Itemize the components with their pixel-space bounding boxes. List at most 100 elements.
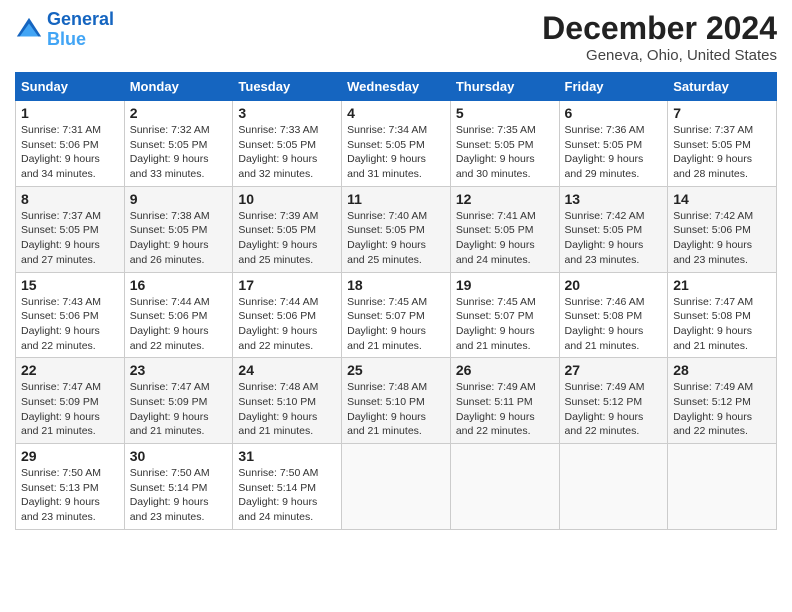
logo-text: General Blue [47,10,114,50]
page-container: General Blue December 2024 Geneva, Ohio,… [0,0,792,540]
day-info: Sunrise: 7:44 AMSunset: 5:06 PMDaylight:… [130,296,210,352]
day-info: Sunrise: 7:47 AMSunset: 5:08 PMDaylight:… [673,296,753,352]
day-info: Sunrise: 7:36 AMSunset: 5:05 PMDaylight:… [565,124,645,180]
calendar-week-row: 22 Sunrise: 7:47 AMSunset: 5:09 PMDaylig… [16,358,777,444]
day-info: Sunrise: 7:41 AMSunset: 5:05 PMDaylight:… [456,210,536,266]
day-info: Sunrise: 7:48 AMSunset: 5:10 PMDaylight:… [347,381,427,437]
calendar-day-cell: 21 Sunrise: 7:47 AMSunset: 5:08 PMDaylig… [668,272,777,358]
day-number: 28 [673,362,771,378]
day-number: 11 [347,191,445,207]
day-info: Sunrise: 7:50 AMSunset: 5:14 PMDaylight:… [130,467,210,523]
day-info: Sunrise: 7:46 AMSunset: 5:08 PMDaylight:… [565,296,645,352]
day-number: 8 [21,191,119,207]
day-number: 21 [673,277,771,293]
day-number: 10 [238,191,336,207]
day-info: Sunrise: 7:34 AMSunset: 5:05 PMDaylight:… [347,124,427,180]
calendar-week-row: 1 Sunrise: 7:31 AMSunset: 5:06 PMDayligh… [16,101,777,187]
day-info: Sunrise: 7:33 AMSunset: 5:05 PMDaylight:… [238,124,318,180]
day-number: 12 [456,191,554,207]
calendar-day-cell: 26 Sunrise: 7:49 AMSunset: 5:11 PMDaylig… [450,358,559,444]
calendar-day-cell: 27 Sunrise: 7:49 AMSunset: 5:12 PMDaylig… [559,358,668,444]
day-info: Sunrise: 7:49 AMSunset: 5:11 PMDaylight:… [456,381,536,437]
calendar-day-cell: 30 Sunrise: 7:50 AMSunset: 5:14 PMDaylig… [124,444,233,530]
calendar-day-cell: 23 Sunrise: 7:47 AMSunset: 5:09 PMDaylig… [124,358,233,444]
day-number: 16 [130,277,228,293]
calendar-day-cell: 5 Sunrise: 7:35 AMSunset: 5:05 PMDayligh… [450,101,559,187]
day-info: Sunrise: 7:31 AMSunset: 5:06 PMDaylight:… [21,124,101,180]
col-saturday: Saturday [668,73,777,101]
calendar-week-row: 8 Sunrise: 7:37 AMSunset: 5:05 PMDayligh… [16,186,777,272]
col-thursday: Thursday [450,73,559,101]
title-block: December 2024 Geneva, Ohio, United State… [542,10,777,64]
calendar-day-cell: 9 Sunrise: 7:38 AMSunset: 5:05 PMDayligh… [124,186,233,272]
day-info: Sunrise: 7:37 AMSunset: 5:05 PMDaylight:… [673,124,753,180]
calendar-day-cell: 19 Sunrise: 7:45 AMSunset: 5:07 PMDaylig… [450,272,559,358]
calendar-day-cell: 18 Sunrise: 7:45 AMSunset: 5:07 PMDaylig… [342,272,451,358]
day-number: 27 [565,362,663,378]
day-info: Sunrise: 7:38 AMSunset: 5:05 PMDaylight:… [130,210,210,266]
day-info: Sunrise: 7:49 AMSunset: 5:12 PMDaylight:… [673,381,753,437]
col-sunday: Sunday [16,73,125,101]
calendar-day-cell: 15 Sunrise: 7:43 AMSunset: 5:06 PMDaylig… [16,272,125,358]
day-info: Sunrise: 7:44 AMSunset: 5:06 PMDaylight:… [238,296,318,352]
day-info: Sunrise: 7:40 AMSunset: 5:05 PMDaylight:… [347,210,427,266]
day-info: Sunrise: 7:50 AMSunset: 5:14 PMDaylight:… [238,467,318,523]
logo: General Blue [15,10,114,50]
location: Geneva, Ohio, United States [542,47,777,64]
day-info: Sunrise: 7:48 AMSunset: 5:10 PMDaylight:… [238,381,318,437]
day-number: 5 [456,105,554,121]
calendar-day-cell: 29 Sunrise: 7:50 AMSunset: 5:13 PMDaylig… [16,444,125,530]
calendar-day-cell: 28 Sunrise: 7:49 AMSunset: 5:12 PMDaylig… [668,358,777,444]
day-info: Sunrise: 7:47 AMSunset: 5:09 PMDaylight:… [130,381,210,437]
day-number: 2 [130,105,228,121]
day-info: Sunrise: 7:47 AMSunset: 5:09 PMDaylight:… [21,381,101,437]
calendar-day-cell: 1 Sunrise: 7:31 AMSunset: 5:06 PMDayligh… [16,101,125,187]
day-info: Sunrise: 7:42 AMSunset: 5:06 PMDaylight:… [673,210,753,266]
calendar-day-cell: 7 Sunrise: 7:37 AMSunset: 5:05 PMDayligh… [668,101,777,187]
day-number: 3 [238,105,336,121]
header: General Blue December 2024 Geneva, Ohio,… [15,10,777,64]
day-info: Sunrise: 7:45 AMSunset: 5:07 PMDaylight:… [456,296,536,352]
day-number: 14 [673,191,771,207]
calendar-empty-cell [450,444,559,530]
day-number: 31 [238,448,336,464]
calendar-day-cell: 8 Sunrise: 7:37 AMSunset: 5:05 PMDayligh… [16,186,125,272]
calendar-day-cell: 3 Sunrise: 7:33 AMSunset: 5:05 PMDayligh… [233,101,342,187]
day-number: 18 [347,277,445,293]
day-info: Sunrise: 7:45 AMSunset: 5:07 PMDaylight:… [347,296,427,352]
calendar-day-cell: 25 Sunrise: 7:48 AMSunset: 5:10 PMDaylig… [342,358,451,444]
calendar-day-cell: 22 Sunrise: 7:47 AMSunset: 5:09 PMDaylig… [16,358,125,444]
day-number: 26 [456,362,554,378]
calendar-week-row: 15 Sunrise: 7:43 AMSunset: 5:06 PMDaylig… [16,272,777,358]
day-number: 4 [347,105,445,121]
calendar-day-cell: 2 Sunrise: 7:32 AMSunset: 5:05 PMDayligh… [124,101,233,187]
col-wednesday: Wednesday [342,73,451,101]
calendar-empty-cell [559,444,668,530]
day-info: Sunrise: 7:35 AMSunset: 5:05 PMDaylight:… [456,124,536,180]
calendar-week-row: 29 Sunrise: 7:50 AMSunset: 5:13 PMDaylig… [16,444,777,530]
day-number: 17 [238,277,336,293]
day-number: 19 [456,277,554,293]
calendar-day-cell: 6 Sunrise: 7:36 AMSunset: 5:05 PMDayligh… [559,101,668,187]
col-monday: Monday [124,73,233,101]
calendar-day-cell: 31 Sunrise: 7:50 AMSunset: 5:14 PMDaylig… [233,444,342,530]
day-info: Sunrise: 7:50 AMSunset: 5:13 PMDaylight:… [21,467,101,523]
day-info: Sunrise: 7:37 AMSunset: 5:05 PMDaylight:… [21,210,101,266]
calendar-table: Sunday Monday Tuesday Wednesday Thursday… [15,72,777,530]
day-info: Sunrise: 7:49 AMSunset: 5:12 PMDaylight:… [565,381,645,437]
calendar-day-cell: 24 Sunrise: 7:48 AMSunset: 5:10 PMDaylig… [233,358,342,444]
col-friday: Friday [559,73,668,101]
calendar-empty-cell [342,444,451,530]
calendar-day-cell: 20 Sunrise: 7:46 AMSunset: 5:08 PMDaylig… [559,272,668,358]
day-info: Sunrise: 7:32 AMSunset: 5:05 PMDaylight:… [130,124,210,180]
calendar-day-cell: 11 Sunrise: 7:40 AMSunset: 5:05 PMDaylig… [342,186,451,272]
day-info: Sunrise: 7:42 AMSunset: 5:05 PMDaylight:… [565,210,645,266]
col-tuesday: Tuesday [233,73,342,101]
day-number: 15 [21,277,119,293]
day-number: 9 [130,191,228,207]
day-info: Sunrise: 7:43 AMSunset: 5:06 PMDaylight:… [21,296,101,352]
day-number: 24 [238,362,336,378]
day-number: 25 [347,362,445,378]
day-number: 29 [21,448,119,464]
day-number: 7 [673,105,771,121]
